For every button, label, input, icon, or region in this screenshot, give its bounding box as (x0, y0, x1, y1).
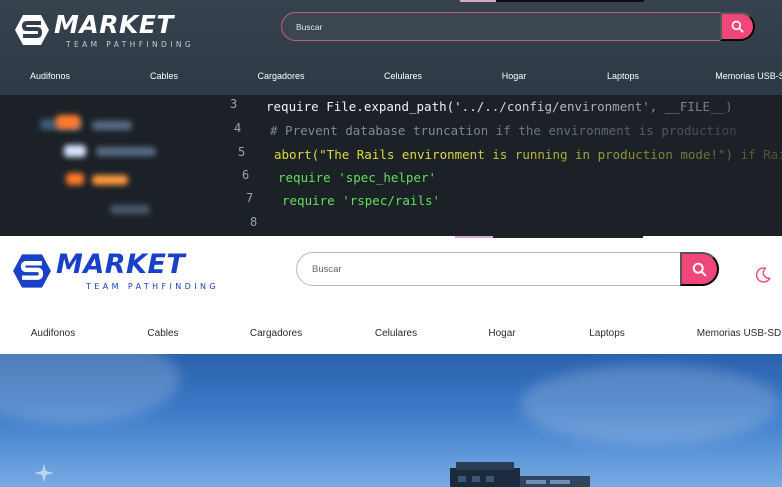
search-bar (281, 12, 755, 41)
code-line: require 'spec_helper' (278, 170, 437, 185)
line-number: 3 (230, 97, 238, 111)
nav-item-cargadores[interactable]: Cargadores (257, 71, 304, 81)
header-decoration (460, 0, 644, 2)
nav-item-cargadores[interactable]: Cargadores (250, 328, 302, 339)
hero-banner-code: 3 4 5 6 7 8 require File.expand_path('..… (0, 95, 782, 236)
nav-item-celulares[interactable]: Celulares (375, 328, 417, 339)
brand-tagline: TEAM PATHFINDING (66, 40, 195, 49)
nav-item-audifonos[interactable]: Audifonos (30, 71, 70, 81)
nav-item-audifonos[interactable]: Audifonos (31, 328, 75, 339)
nav-item-laptops[interactable]: Laptops (589, 328, 625, 339)
brand-name: MARKET (54, 10, 174, 39)
brand-logo-link[interactable]: MARKET TEAM PATHFINDING (14, 12, 194, 49)
search-button[interactable] (680, 252, 719, 286)
code-line: require 'rspec/rails' (282, 193, 441, 208)
nav-item-cables[interactable]: Cables (147, 328, 178, 339)
theme-toggle-button[interactable] (753, 265, 773, 285)
market-logo-icon (13, 254, 51, 288)
line-number: 6 (242, 168, 250, 182)
search-button[interactable] (720, 12, 755, 41)
moon-icon (755, 267, 771, 283)
nav-item-hogar[interactable]: Hogar (502, 71, 527, 81)
nav-item-celulares[interactable]: Celulares (384, 71, 422, 81)
dark-theme-page: MARKET TEAM PATHFINDING Audifonos Cables… (0, 0, 782, 236)
light-theme-page: MARKET TEAM PATHFINDING Audifonos Cables… (0, 236, 782, 487)
search-icon (692, 262, 707, 276)
brand-name: MARKET (56, 249, 186, 280)
cloud (520, 364, 780, 444)
nav-item-laptops[interactable]: Laptops (607, 71, 639, 81)
nav-item-cables[interactable]: Cables (150, 71, 178, 81)
search-input[interactable] (297, 253, 677, 285)
cloud (0, 354, 180, 424)
line-number: 5 (238, 145, 246, 159)
brand-tagline: TEAM PATHFINDING (86, 282, 219, 291)
building-image (450, 462, 590, 487)
line-number: 8 (250, 215, 258, 229)
nav-item-memorias[interactable]: Memorias USB-SD (697, 328, 781, 339)
market-logo-icon (15, 15, 49, 46)
hero-fade-overlay (442, 95, 782, 236)
nav-item-hogar[interactable]: Hogar (488, 328, 515, 339)
brand-logo-link[interactable]: MARKET TEAM PATHFINDING (12, 251, 219, 291)
line-number: 4 (234, 121, 242, 135)
search-input[interactable] (282, 13, 722, 40)
line-number: 7 (246, 191, 254, 205)
search-icon (731, 20, 744, 33)
header-decoration (455, 236, 643, 238)
search-bar (296, 252, 719, 286)
nav-item-memorias[interactable]: Memorias USB-S (715, 71, 782, 81)
hero-banner-sky (0, 354, 782, 487)
star-sparkle-icon (34, 464, 54, 482)
dark-header: MARKET TEAM PATHFINDING Audifonos Cables… (0, 0, 782, 95)
